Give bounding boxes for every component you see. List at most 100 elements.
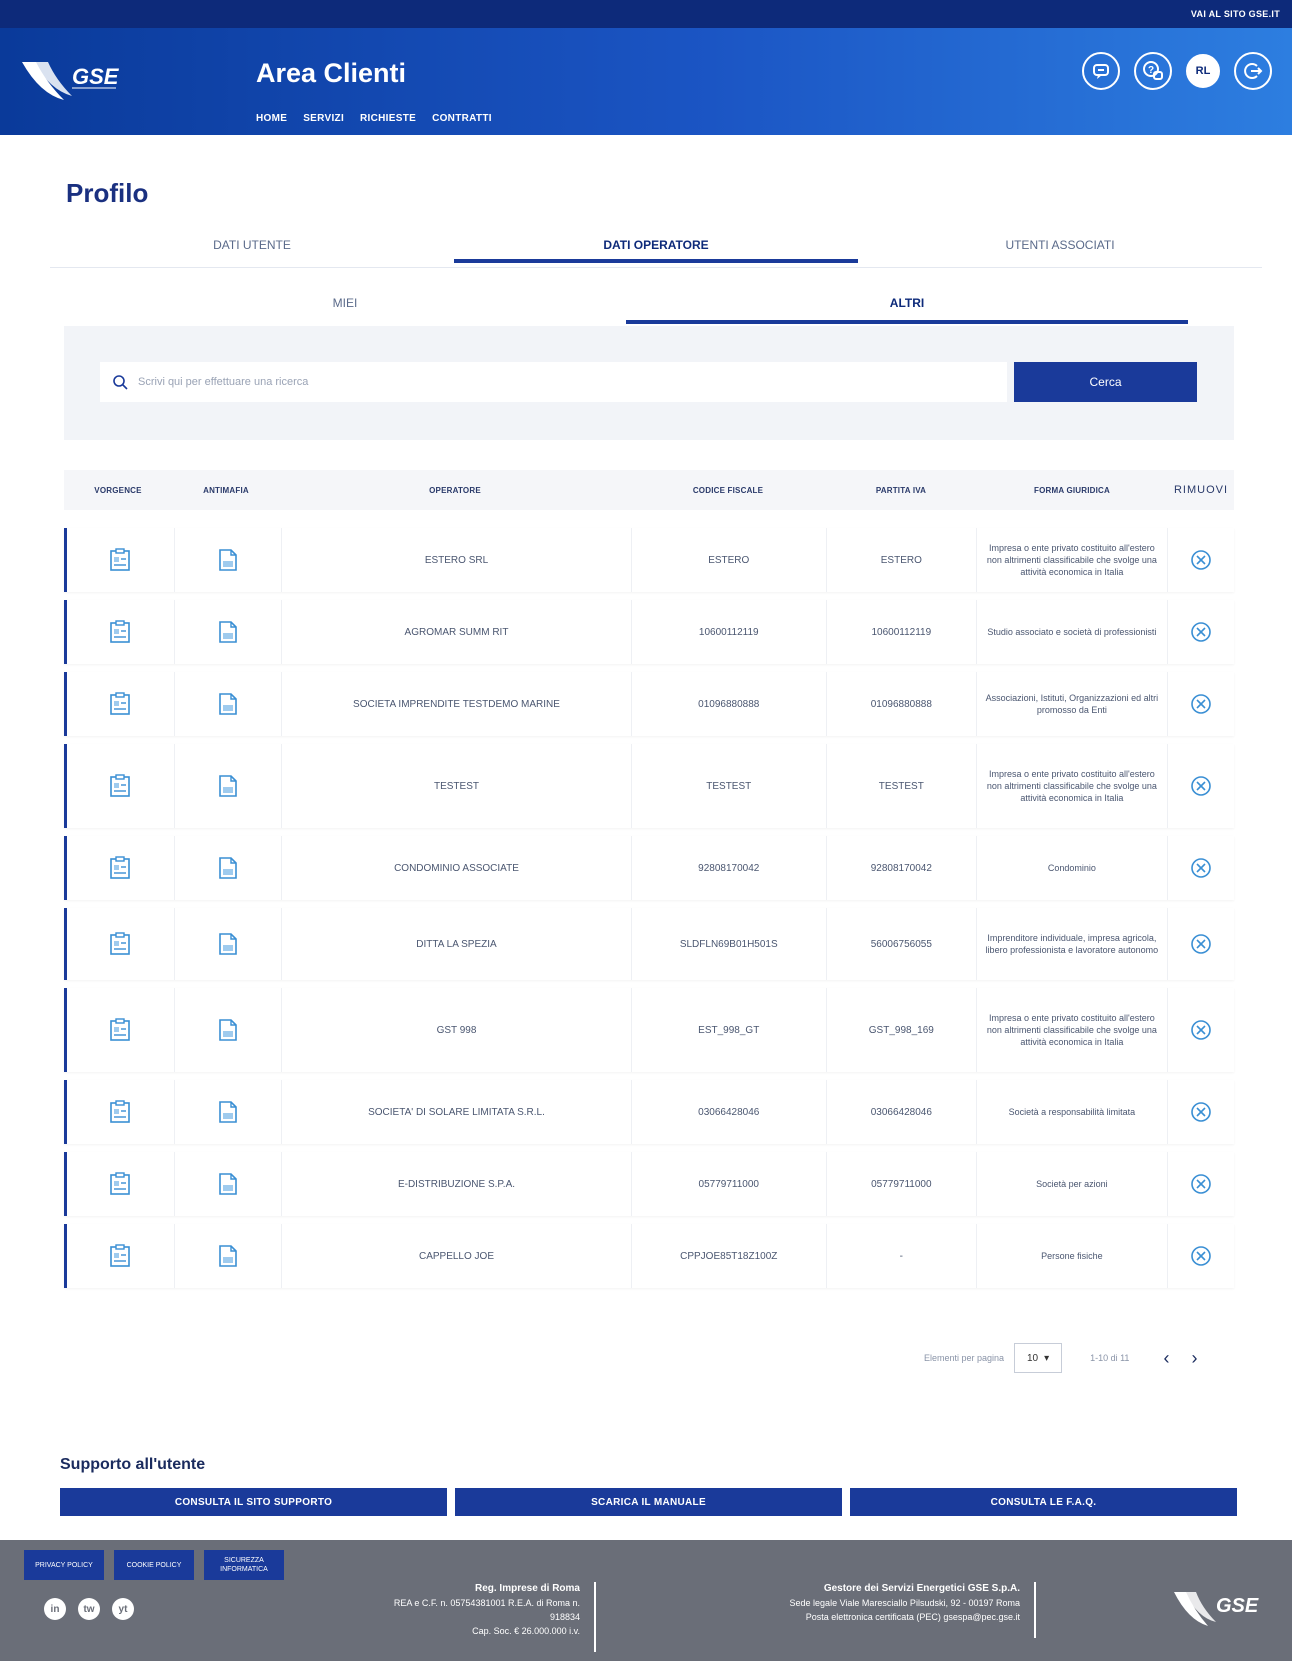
search-icon [113, 375, 128, 390]
remove-icon[interactable] [1190, 1101, 1212, 1123]
tab-dati-operatore[interactable]: DATI OPERATORE [454, 228, 858, 267]
vorgence-card-icon[interactable] [109, 932, 131, 956]
remove-icon[interactable] [1190, 857, 1212, 879]
page-size-select[interactable]: 10 ▾ [1014, 1343, 1063, 1373]
subtab-miei[interactable]: MIEI [64, 288, 626, 324]
table-row: SOCIETA' DI SOLARE LIMITATA S.R.L. 03066… [64, 1080, 1234, 1144]
prev-page-icon[interactable]: ‹ [1157, 1348, 1175, 1369]
linkedin-icon[interactable]: in [44, 1598, 66, 1620]
cell-forma-giuridica: Società a responsabilità limitata [977, 1080, 1169, 1144]
help-chat-icon[interactable]: ? [1134, 52, 1172, 90]
cell-forma-giuridica: Imprenditore individuale, impresa agrico… [977, 908, 1169, 980]
cell-forma-giuridica: Persone fisiche [977, 1224, 1169, 1288]
social-links: in tw yt [44, 1598, 134, 1620]
faq-button[interactable]: CONSULTA LE F.A.Q. [850, 1488, 1237, 1516]
registry-title: Reg. Imprese di Roma [474, 1583, 580, 1594]
cell-partita-iva: 01096880888 [827, 672, 977, 736]
notifications-icon[interactable] [1082, 52, 1120, 90]
antimafia-document-icon[interactable] [218, 932, 238, 956]
cell-partita-iva: GST_998_169 [827, 988, 977, 1072]
operators-table: ESTERO SRL ESTERO ESTERO Impresa o ente … [64, 528, 1234, 1296]
user-avatar[interactable]: RL [1186, 54, 1220, 88]
cell-operatore: TESTEST [282, 744, 632, 828]
col-header-vorgence: VORGENCE [94, 485, 142, 495]
cell-partita-iva: - [827, 1224, 977, 1288]
antimafia-document-icon[interactable] [218, 1172, 238, 1196]
tab-dati-utente[interactable]: DATI UTENTE [50, 228, 454, 267]
cell-operatore: CONDOMINIO ASSOCIATE [282, 836, 632, 900]
vorgence-card-icon[interactable] [109, 1244, 131, 1268]
antimafia-document-icon[interactable] [218, 620, 238, 644]
antimafia-document-icon[interactable] [218, 856, 238, 880]
cell-partita-iva: 92808170042 [827, 836, 977, 900]
youtube-icon[interactable]: yt [112, 1598, 134, 1620]
top-strip: VAI AL SITO GSE.IT [0, 0, 1292, 28]
search-button[interactable]: Cerca [1014, 362, 1197, 402]
remove-icon[interactable] [1190, 933, 1212, 955]
antimafia-document-icon[interactable] [218, 1244, 238, 1268]
remove-icon[interactable] [1190, 693, 1212, 715]
remove-icon[interactable] [1190, 1019, 1212, 1041]
col-header-antimafia: ANTIMAFIA [203, 485, 249, 495]
vorgence-card-icon[interactable] [109, 692, 131, 716]
vorgence-card-icon[interactable] [109, 1172, 131, 1196]
nav-home[interactable]: HOME [256, 113, 287, 124]
cell-codice-fiscale: SLDFLN69B01H501S [632, 908, 827, 980]
nav-servizi[interactable]: SERVIZI [303, 113, 344, 124]
cell-codice-fiscale: EST_998_GT [632, 988, 827, 1072]
vorgence-card-icon[interactable] [109, 548, 131, 572]
vorgence-card-icon[interactable] [109, 1018, 131, 1042]
col-header-rimuovi: RIMUOVI [1173, 484, 1229, 496]
cell-operatore: AGROMAR SUMM RIT [282, 600, 632, 664]
support-site-button[interactable]: CONSULTA IL SITO SUPPORTO [60, 1488, 447, 1516]
cell-partita-iva: ESTERO [827, 528, 977, 592]
search-box [100, 362, 1007, 402]
gse-logo[interactable]: GSE [20, 54, 128, 106]
antimafia-document-icon[interactable] [218, 1018, 238, 1042]
cell-partita-iva: 03066428046 [827, 1080, 977, 1144]
cell-partita-iva: 56006756055 [827, 908, 977, 980]
download-manual-button[interactable]: SCARICA IL MANUALE [455, 1488, 842, 1516]
footer-gse-logo: GSE [1172, 1586, 1262, 1632]
gse-site-link[interactable]: VAI AL SITO GSE.IT [1191, 9, 1280, 19]
twitter-icon[interactable]: tw [78, 1598, 100, 1620]
table-row: GST 998 EST_998_GT GST_998_169 Impresa o… [64, 988, 1234, 1072]
remove-icon[interactable] [1190, 1173, 1212, 1195]
antimafia-document-icon[interactable] [218, 692, 238, 716]
privacy-policy-link[interactable]: PRIVACY POLICY [24, 1550, 104, 1580]
cell-codice-fiscale: ESTERO [632, 528, 827, 592]
nav-contratti[interactable]: CONTRATTI [432, 113, 492, 124]
vorgence-card-icon[interactable] [109, 1100, 131, 1124]
antimafia-document-icon[interactable] [218, 548, 238, 572]
chevron-down-icon: ▾ [1044, 1352, 1050, 1364]
cell-partita-iva: 10600112119 [827, 600, 977, 664]
vorgence-card-icon[interactable] [109, 620, 131, 644]
cell-forma-giuridica: Impresa o ente privato costituito all'es… [977, 988, 1169, 1072]
app-title: Area Clienti [256, 58, 407, 88]
footer-registry-info: Reg. Imprese di Roma REA e C.F. n. 05754… [330, 1582, 596, 1652]
remove-icon[interactable] [1190, 621, 1212, 643]
table-header: VORGENCE ANTIMAFIA OPERATORE CODICE FISC… [64, 470, 1234, 510]
vorgence-card-icon[interactable] [109, 774, 131, 798]
vorgence-card-icon[interactable] [109, 856, 131, 880]
security-info-link[interactable]: SICUREZZA INFORMATICA [204, 1550, 284, 1580]
remove-icon[interactable] [1190, 1245, 1212, 1267]
table-row: DITTA LA SPEZIA SLDFLN69B01H501S 5600675… [64, 908, 1234, 980]
remove-icon[interactable] [1190, 775, 1212, 797]
search-input[interactable] [138, 376, 1007, 388]
next-page-icon[interactable]: › [1185, 1348, 1203, 1369]
cell-codice-fiscale: 05779711000 [632, 1152, 827, 1216]
svg-text:GSE: GSE [1216, 1595, 1259, 1617]
support-title: Supporto all'utente [60, 1456, 206, 1473]
antimafia-document-icon[interactable] [218, 1100, 238, 1124]
subtab-altri[interactable]: ALTRI [626, 288, 1188, 324]
remove-icon[interactable] [1190, 549, 1212, 571]
cookie-policy-link[interactable]: COOKIE POLICY [114, 1550, 194, 1580]
cell-codice-fiscale: CPPJOE85T18Z100Z [632, 1224, 827, 1288]
tab-utenti-associati[interactable]: UTENTI ASSOCIATI [858, 228, 1262, 267]
table-row: SOCIETA IMPRENDITE TESTDEMO MARINE 01096… [64, 672, 1234, 736]
antimafia-document-icon[interactable] [218, 774, 238, 798]
nav-richieste[interactable]: RICHIESTE [360, 113, 416, 124]
logout-icon[interactable] [1234, 52, 1272, 90]
table-row: CAPPELLO JOE CPPJOE85T18Z100Z - Persone … [64, 1224, 1234, 1288]
